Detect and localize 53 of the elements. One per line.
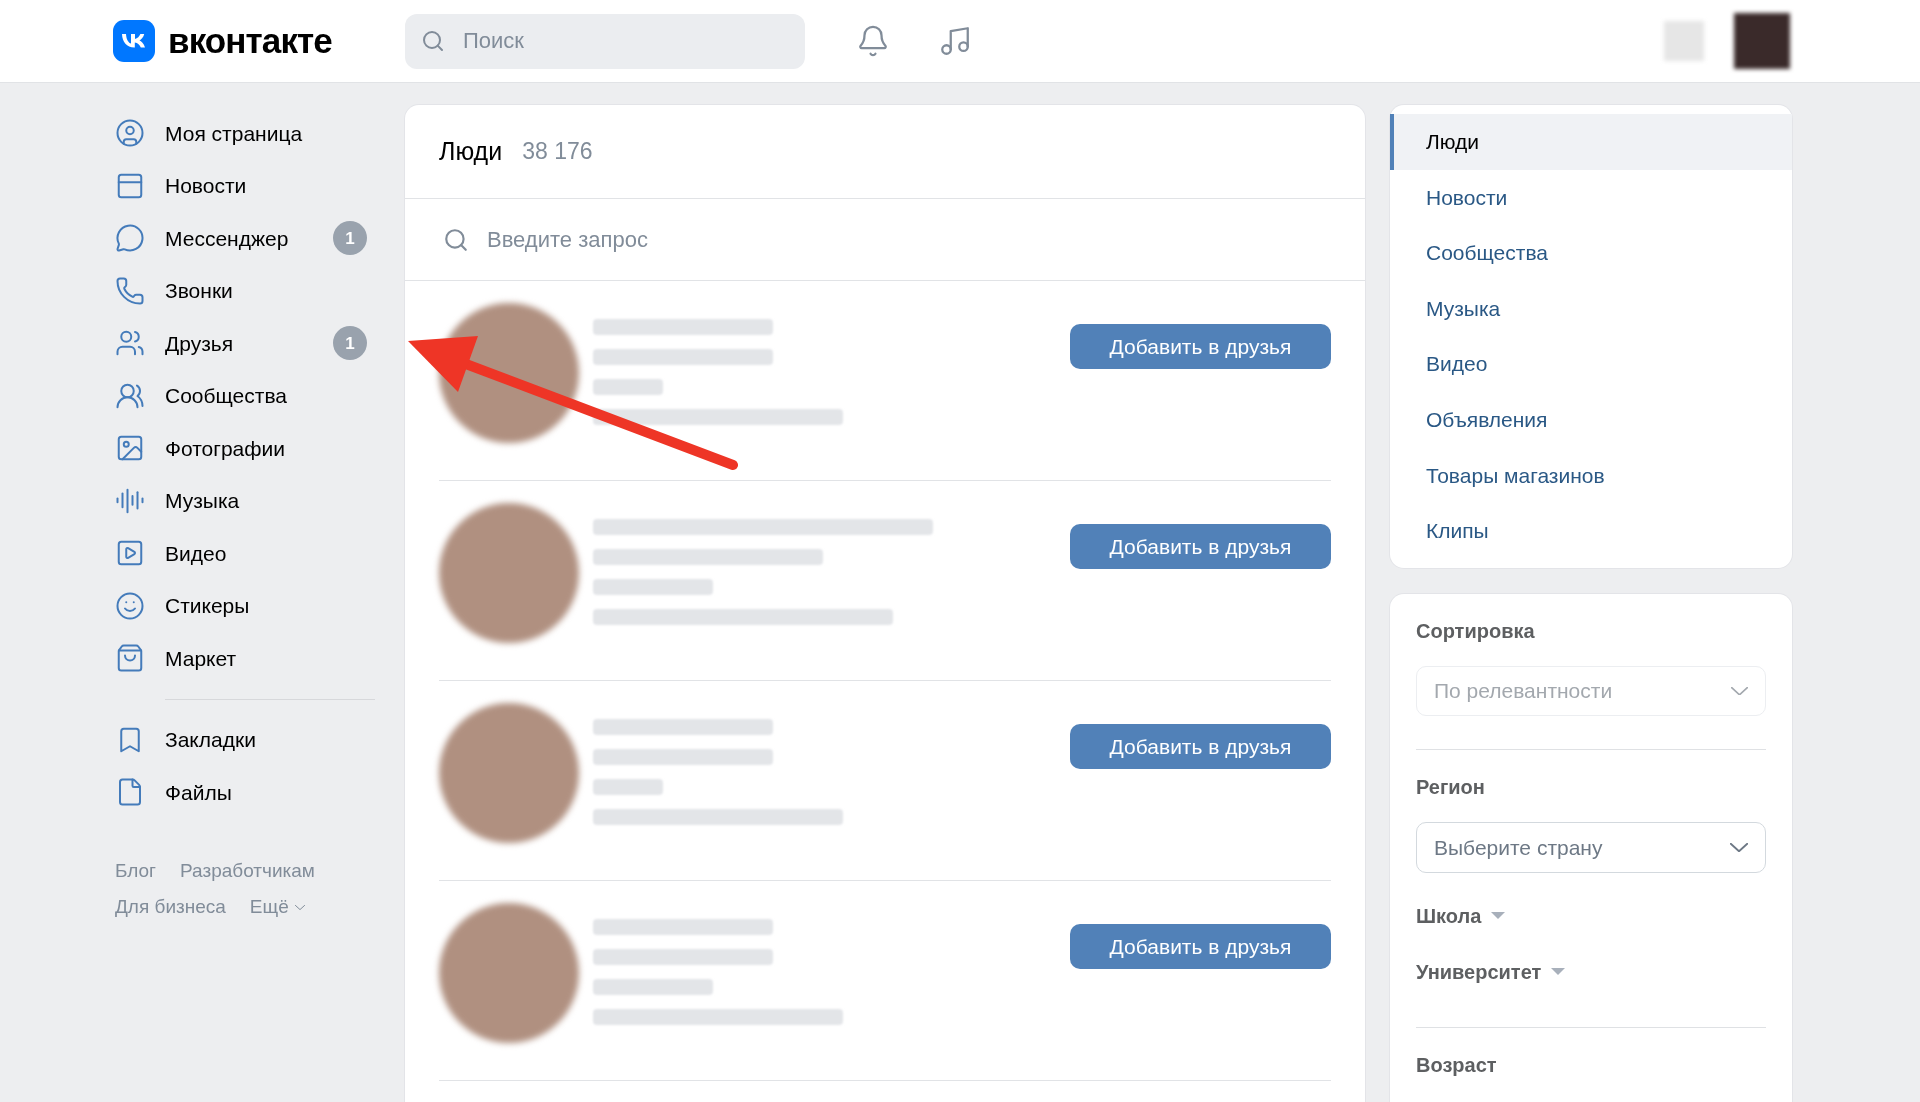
country-select[interactable]: Выберите страну (1416, 821, 1766, 873)
chevron-down-icon (294, 904, 305, 910)
nav-link[interactable]: Звонки (165, 275, 367, 307)
nav-link[interactable]: Фотографии (165, 432, 367, 464)
filter-heading: Регион (1416, 774, 1486, 800)
filter-expander[interactable]: Школа (1416, 900, 1506, 931)
add-friend-button[interactable]: Добавить в друзья (1070, 924, 1331, 969)
section-tab[interactable]: Сообщества (1390, 225, 1792, 281)
dropdown-triangle-icon (1491, 911, 1506, 920)
chevron-down-icon (1731, 686, 1748, 695)
section-tab[interactable]: Объявления (1390, 391, 1792, 448)
nav-link[interactable]: Маркет (165, 642, 367, 674)
nav-link[interactable]: Стикеры (165, 590, 367, 622)
chevron-down-icon (1730, 842, 1748, 852)
search-icon (443, 227, 469, 253)
smile-icon (115, 590, 145, 621)
blurred-text-placeholder (593, 379, 663, 395)
result-count: 38 176 (522, 137, 593, 167)
nav-link[interactable]: Моя страница (165, 117, 367, 149)
section-tab[interactable]: Новости (1390, 169, 1792, 226)
section-tab[interactable]: Музыка (1390, 280, 1792, 337)
filter-expander[interactable]: Университет (1416, 956, 1566, 987)
search-field[interactable]: Поиск (405, 13, 805, 69)
filter-heading: Возраст (1416, 1052, 1498, 1078)
notification-badge: 1 (333, 326, 367, 361)
bag-icon (115, 643, 145, 674)
search-icon (421, 28, 445, 53)
logo-text: вконтакте (168, 19, 332, 62)
panel-title: Люди (439, 135, 503, 167)
nav-link[interactable]: Сообщества (165, 380, 367, 412)
add-friend-button[interactable]: Добавить в друзья (1070, 324, 1331, 369)
nav-link[interactable]: Новости (165, 170, 367, 202)
add-friend-button[interactable]: Добавить в друзья (1070, 724, 1331, 769)
filter-heading: Сортировка (1416, 618, 1536, 644)
nav-link[interactable]: Друзья (165, 327, 333, 359)
chat-bubble-icon (115, 223, 145, 254)
add-friend-button[interactable]: Добавить в друзья (1070, 524, 1331, 569)
blurred-text-placeholder (593, 779, 663, 795)
section-tab[interactable]: Товары магазинов (1390, 447, 1792, 504)
section-tab[interactable]: Видео (1390, 336, 1792, 392)
nav-link[interactable]: Файлы (165, 776, 367, 808)
phone-icon (115, 275, 145, 306)
section-tab[interactable]: Люди (1390, 114, 1792, 170)
profile-avatar[interactable] (1734, 13, 1790, 69)
nav-link[interactable]: Закладки (165, 724, 367, 756)
logo-icon (113, 20, 155, 62)
section-tab[interactable]: Клипы (1390, 503, 1792, 559)
nav-link[interactable]: Мессенджер (165, 222, 333, 254)
notification-badge: 1 (333, 221, 367, 256)
nav-link[interactable]: Видео (165, 537, 367, 569)
dropdown-triangle-icon (1551, 967, 1566, 976)
user-circle-icon (115, 118, 145, 149)
nav-link[interactable]: Музыка (165, 485, 367, 517)
